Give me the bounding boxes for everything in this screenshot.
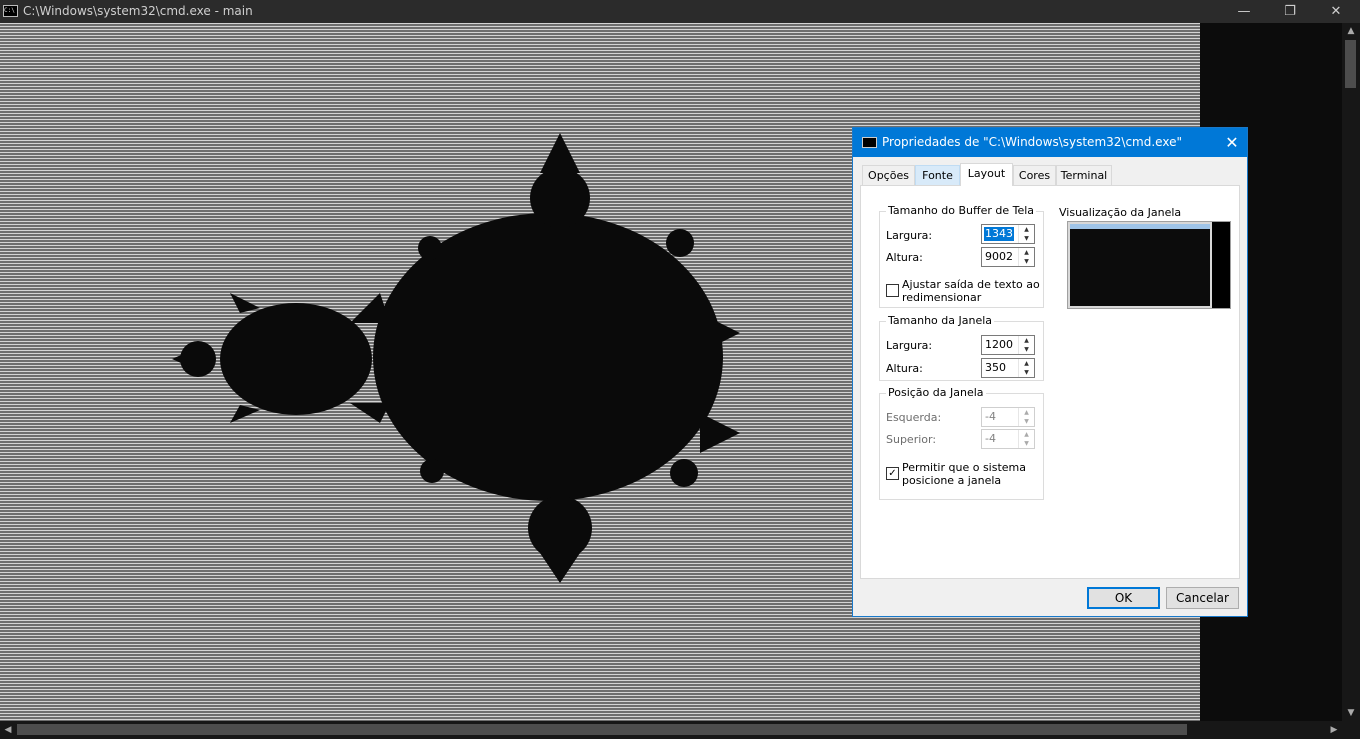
buffer-size-group-title: Tamanho do Buffer de Tela bbox=[886, 204, 1037, 217]
window-height-value[interactable]: 350 bbox=[984, 361, 1007, 375]
spin-down-icon[interactable]: ▼ bbox=[1019, 439, 1034, 448]
scrollbar-corner bbox=[1342, 721, 1360, 739]
spin-up-icon[interactable]: ▲ bbox=[1019, 225, 1034, 234]
window-top-spinner[interactable]: -4 ▲ ▼ bbox=[981, 429, 1035, 449]
buffer-height-label: Altura: bbox=[886, 251, 923, 264]
window-height-label: Altura: bbox=[886, 362, 923, 375]
buffer-width-value[interactable]: 1343 bbox=[984, 227, 1014, 241]
cmd-app-icon[interactable]: C:\ bbox=[3, 5, 18, 17]
window-size-group: Tamanho da Janela Largura: 1200 ▲ ▼ Altur… bbox=[879, 314, 1044, 381]
spin-down-icon[interactable]: ▼ bbox=[1019, 257, 1034, 266]
dialog-app-icon bbox=[862, 137, 877, 148]
ok-button[interactable]: OK bbox=[1087, 587, 1160, 609]
spin-down-icon[interactable]: ▼ bbox=[1019, 345, 1034, 354]
window-width-label: Largura: bbox=[886, 339, 933, 352]
let-system-position-checkbox[interactable]: ✓ bbox=[886, 467, 899, 480]
tab-opcoes[interactable]: Opções bbox=[862, 165, 915, 185]
spin-up-icon[interactable]: ▲ bbox=[1019, 408, 1034, 417]
preview-console-window bbox=[1068, 222, 1212, 308]
tab-fonte[interactable]: Fonte bbox=[915, 165, 960, 185]
window-top-label: Superior: bbox=[886, 433, 937, 446]
wrap-text-label[interactable]: Ajustar saída de texto ao redimensionar bbox=[902, 278, 1040, 304]
preview-label: Visualização da Janela bbox=[1059, 206, 1182, 219]
window-width-value[interactable]: 1200 bbox=[984, 338, 1014, 352]
cmd-titlebar[interactable]: C:\ C:\Windows\system32\cmd.exe - main —… bbox=[0, 0, 1360, 23]
window-preview bbox=[1067, 221, 1231, 309]
window-height-spinner[interactable]: 350 ▲ ▼ bbox=[981, 358, 1035, 378]
vertical-scroll-thumb[interactable] bbox=[1345, 40, 1356, 88]
scroll-right-arrow-icon[interactable]: ▶ bbox=[1326, 721, 1342, 739]
close-button[interactable]: ✕ bbox=[1313, 0, 1359, 23]
wrap-text-checkbox[interactable] bbox=[886, 284, 899, 297]
horizontal-scrollbar[interactable]: ◀ ▶ bbox=[0, 721, 1342, 739]
dialog-titlebar[interactable]: Propriedades de "C:\Windows\system32\cmd… bbox=[853, 128, 1247, 157]
buffer-height-spinner[interactable]: 9002 ▲ ▼ bbox=[981, 247, 1035, 267]
scroll-up-arrow-icon[interactable]: ▲ bbox=[1342, 23, 1360, 39]
spin-up-icon[interactable]: ▲ bbox=[1019, 336, 1034, 345]
spin-down-icon[interactable]: ▼ bbox=[1019, 234, 1034, 243]
tab-terminal[interactable]: Terminal bbox=[1056, 165, 1112, 185]
maximize-button[interactable]: ❐ bbox=[1267, 0, 1313, 23]
tab-cores[interactable]: Cores bbox=[1013, 165, 1056, 185]
dialog-close-button[interactable]: ✕ bbox=[1217, 128, 1247, 157]
buffer-width-label: Largura: bbox=[886, 229, 933, 242]
window-left-label: Esquerda: bbox=[886, 411, 942, 424]
dialog-title: Propriedades de "C:\Windows\system32\cmd… bbox=[882, 135, 1182, 149]
window-left-value[interactable]: -4 bbox=[984, 410, 997, 424]
spin-up-icon[interactable]: ▲ bbox=[1019, 359, 1034, 368]
buffer-width-spinner[interactable]: 1343 ▲ ▼ bbox=[981, 224, 1035, 244]
layout-tab-panel: Tamanho do Buffer de Tela Largura: 1343 … bbox=[860, 185, 1240, 579]
window-size-group-title: Tamanho da Janela bbox=[886, 314, 995, 327]
minimize-button[interactable]: — bbox=[1221, 0, 1267, 23]
window-top-value[interactable]: -4 bbox=[984, 432, 997, 446]
spin-up-icon[interactable]: ▲ bbox=[1019, 430, 1034, 439]
window-position-group-title: Posição da Janela bbox=[886, 386, 986, 399]
vertical-scrollbar[interactable]: ▲ ▼ bbox=[1342, 23, 1360, 721]
window-position-group: Posição da Janela Esquerda: -4 ▲ ▼ Superi… bbox=[879, 386, 1044, 500]
scroll-down-arrow-icon[interactable]: ▼ bbox=[1342, 705, 1360, 721]
buffer-height-value[interactable]: 9002 bbox=[984, 250, 1014, 264]
spin-down-icon[interactable]: ▼ bbox=[1019, 417, 1034, 426]
cancel-button[interactable]: Cancelar bbox=[1166, 587, 1239, 609]
tab-layout[interactable]: Layout bbox=[960, 163, 1013, 186]
let-system-position-label[interactable]: Permitir que o sistema posicione a janel… bbox=[902, 461, 1040, 487]
buffer-size-group: Tamanho do Buffer de Tela Largura: 1343 … bbox=[879, 204, 1044, 308]
scroll-left-arrow-icon[interactable]: ◀ bbox=[0, 721, 16, 739]
window-left-spinner[interactable]: -4 ▲ ▼ bbox=[981, 407, 1035, 427]
properties-dialog: Propriedades de "C:\Windows\system32\cmd… bbox=[852, 127, 1248, 617]
spin-down-icon[interactable]: ▼ bbox=[1019, 368, 1034, 377]
preview-titlebar bbox=[1070, 224, 1210, 229]
window-title: C:\Windows\system32\cmd.exe - main bbox=[23, 4, 253, 18]
spin-up-icon[interactable]: ▲ bbox=[1019, 248, 1034, 257]
window-width-spinner[interactable]: 1200 ▲ ▼ bbox=[981, 335, 1035, 355]
horizontal-scroll-thumb[interactable] bbox=[17, 724, 1187, 735]
